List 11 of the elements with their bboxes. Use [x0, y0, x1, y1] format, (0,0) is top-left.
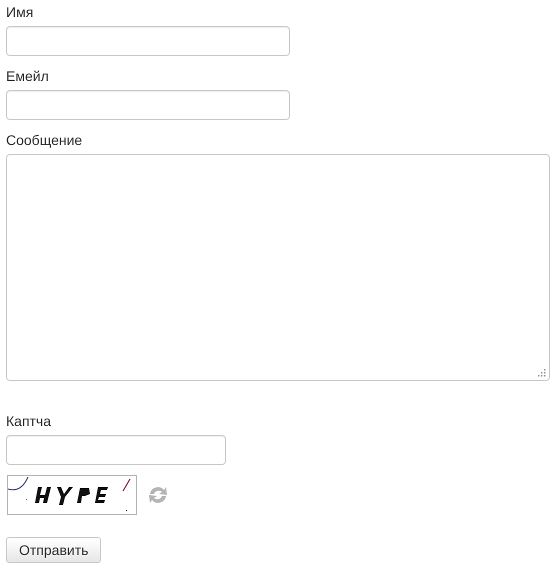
field-label: Имя: [6, 3, 34, 22]
field-label: Сообщение: [6, 131, 82, 150]
captcha-input-field[interactable]: [6, 435, 226, 465]
input-field[interactable]: [6, 90, 290, 120]
message-field[interactable]: [6, 154, 550, 381]
refresh-icon[interactable]: [147, 484, 169, 506]
submit-button[interactable]: Отправить: [6, 537, 102, 563]
field-label: Емейл: [6, 67, 49, 86]
input-field[interactable]: [6, 26, 290, 56]
resize-handle-icon[interactable]: [537, 368, 546, 377]
field-label: Каптча: [6, 412, 52, 431]
